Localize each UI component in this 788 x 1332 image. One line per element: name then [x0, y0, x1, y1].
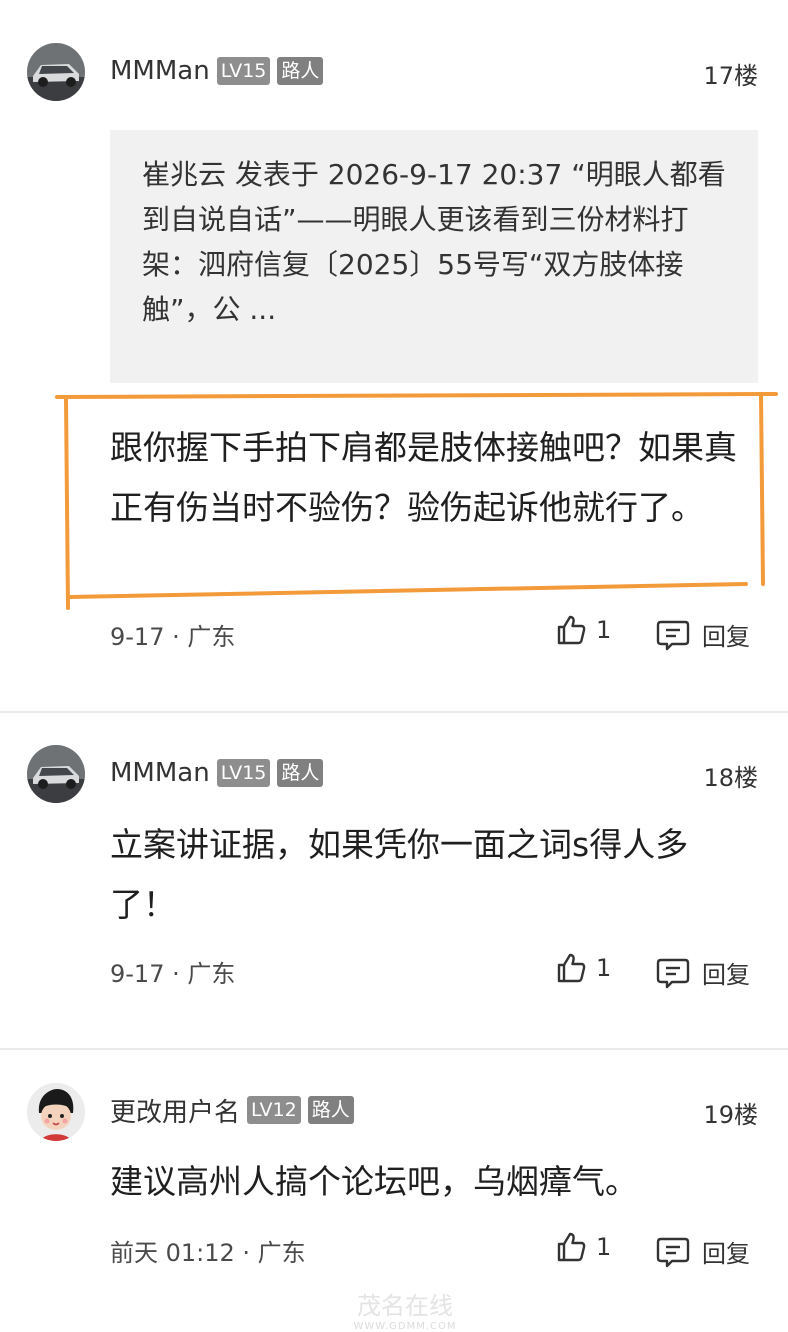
username[interactable]: MMMan — [110, 56, 210, 86]
car-avatar — [27, 745, 85, 803]
quoted-post[interactable]: 崔兆云 发表于 2026-9-17 20:37 “明眼人都看到自说自话”——明眼… — [110, 130, 758, 383]
post-content: 立案讲证据，如果凭你一面之词s得人多了！ — [110, 825, 689, 924]
floor-number: 19楼 — [703, 1101, 758, 1129]
watermark: 茂名在线 WWW.GDMM.COM — [310, 1286, 500, 1332]
reply-button[interactable]: 回复 — [656, 955, 750, 990]
role-badge: 路人 — [277, 57, 324, 85]
watermark-brand: 茂名在线 — [357, 1292, 453, 1320]
level-badge: LV15 — [216, 57, 271, 85]
post-content: 跟你握下手拍下肩都是肢体接触吧？如果真正有伤当时不验伤？验伤起诉他就行了。 — [110, 428, 737, 527]
user-info: MMMan LV15 路人 — [110, 757, 324, 789]
user-info: MMMan LV15 路人 — [110, 55, 324, 87]
like-count: 1 — [596, 1233, 612, 1261]
level-badge: LV15 — [216, 759, 271, 787]
watermark-url: WWW.GDMM.COM — [353, 1321, 457, 1332]
username[interactable]: 更改用户名 — [110, 1092, 240, 1129]
reply-label: 回复 — [702, 961, 750, 989]
post-content: 建议高州人搞个论坛吧，乌烟瘴气。 — [110, 1162, 638, 1201]
reply-button[interactable]: 回复 — [656, 1234, 750, 1269]
thumbs-up-icon — [557, 1232, 586, 1262]
user-info: 更改用户名 LV12 路人 — [110, 1092, 354, 1129]
thumbs-up-icon — [557, 615, 586, 645]
car-avatar — [27, 43, 85, 101]
like-button[interactable]: 1 — [555, 952, 611, 984]
reply-label: 回复 — [702, 1240, 750, 1268]
reply-button[interactable]: 回复 — [656, 617, 750, 652]
divider — [0, 711, 788, 713]
avatar[interactable] — [27, 1083, 85, 1141]
avatar[interactable] — [27, 43, 85, 101]
post-meta: 前天 01:12 · 广东 — [110, 1239, 306, 1267]
role-badge: 路人 — [307, 1096, 354, 1124]
post-meta: 9-17 · 广东 — [110, 623, 236, 651]
floor-number: 18楼 — [703, 764, 758, 792]
like-count: 1 — [596, 954, 612, 982]
divider — [0, 1048, 788, 1050]
cartoon-avatar — [27, 1083, 85, 1141]
reply-icon — [656, 1237, 690, 1267]
reply-label: 回复 — [702, 623, 750, 651]
like-count: 1 — [596, 616, 612, 644]
like-button[interactable]: 1 — [555, 614, 611, 646]
username[interactable]: MMMan — [110, 758, 210, 788]
like-button[interactable]: 1 — [555, 1231, 611, 1263]
role-badge: 路人 — [277, 759, 324, 787]
reply-icon — [656, 620, 690, 650]
thumbs-up-icon — [557, 953, 586, 983]
post-meta: 9-17 · 广东 — [110, 960, 236, 988]
avatar[interactable] — [27, 745, 85, 803]
level-badge: LV12 — [247, 1096, 301, 1124]
reply-icon — [656, 958, 690, 988]
floor-number: 17楼 — [703, 62, 758, 90]
